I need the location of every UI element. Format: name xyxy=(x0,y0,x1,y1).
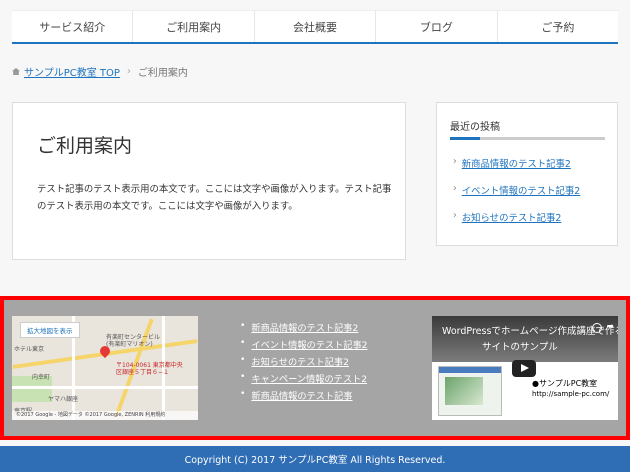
footer-post-item[interactable]: • キャンペーン情報のテスト2 xyxy=(240,371,368,388)
nav-item-blog[interactable]: ブログ xyxy=(375,11,496,42)
video-url: http://sample-pc.com/ xyxy=(532,390,610,398)
copyright-bar: Copyright (C) 2017 サンプルPC教室 All Rights R… xyxy=(0,446,630,472)
map-enlarge-link[interactable]: 拡大地図を表示 xyxy=(20,322,80,338)
map-label: (有楽町マリオン) xyxy=(106,341,153,348)
play-button-icon[interactable] xyxy=(512,360,536,377)
footer-post-link[interactable]: 新商品情報のテスト記事2 xyxy=(251,320,358,337)
recent-post-link[interactable]: 新商品情報のテスト記事2 xyxy=(462,156,571,183)
recent-post-item[interactable]: › 新商品情報のテスト記事2 xyxy=(453,156,580,183)
map-label: 区銀座５丁目６−１ xyxy=(116,369,170,376)
page-body-text: テスト記事のテスト表示用の本文です。ここには文字や画像が入ります。テスト記事のテ… xyxy=(37,184,392,212)
global-nav: サービス紹介 ご利用案内 会社概要 ブログ ご予約 xyxy=(12,10,618,44)
footer-widget-area: 拡大地図を表示 有楽町センタービル (有楽町マリオン) 〒104-0061 東京… xyxy=(0,296,630,440)
video-subtitle: サイトのサンプル xyxy=(482,342,558,353)
nav-item-services[interactable]: サービス紹介 xyxy=(12,11,132,42)
map-label: ヤマハ銀座 xyxy=(48,396,79,403)
recent-post-item[interactable]: › イベント情報のテスト記事2 xyxy=(453,183,580,210)
recent-post-link[interactable]: イベント情報のテスト記事2 xyxy=(462,183,580,210)
footer-post-list: • 新商品情報のテスト記事2 • イベント情報のテスト記事2 • お知らせのテスト記事… xyxy=(240,320,368,405)
recent-post-item[interactable]: › お知らせのテスト記事2 xyxy=(453,210,580,237)
page-title: ご利用案内 xyxy=(37,135,133,157)
thumbnail-image xyxy=(445,377,483,405)
bullet-icon: • xyxy=(240,388,246,399)
recent-posts-widget: 最近の投稿 › 新商品情報のテスト記事2 › イベント情報のテスト記事2 › お知らせ… xyxy=(436,102,618,246)
chevron-right-icon: › xyxy=(453,210,457,221)
recent-posts-heading: 最近の投稿 xyxy=(450,122,500,133)
footer-post-link[interactable]: イベント情報のテスト記事2 xyxy=(251,337,367,354)
breadcrumb-separator: › xyxy=(126,66,131,77)
nav-item-company[interactable]: 会社概要 xyxy=(253,11,375,42)
thumbnail-header xyxy=(439,367,501,373)
main-content-card: ご利用案内 テスト記事のテスト表示用の本文です。ここには文字や画像が入ります。テ… xyxy=(12,102,406,260)
map-label: ホテル東京 xyxy=(14,346,45,353)
footer-post-item[interactable]: • 新商品情報のテスト記事2 xyxy=(240,320,368,337)
video-thumbnail xyxy=(438,366,502,416)
footer-post-item[interactable]: • お知らせのテスト記事2 xyxy=(240,354,368,371)
footer-post-item[interactable]: • 新商品情報のテスト記事 xyxy=(240,388,368,405)
breadcrumb: サンプルPC教室 TOP › ご利用案内 xyxy=(12,64,188,79)
breadcrumb-home-link[interactable]: サンプルPC教室 TOP xyxy=(24,64,120,79)
map-label: 内幸町 xyxy=(32,374,51,381)
map-credit: ©2017 Google - 地図データ ©2017 Google, ZENRI… xyxy=(12,411,198,420)
breadcrumb-current: ご利用案内 xyxy=(137,68,188,79)
recent-post-link[interactable]: お知らせのテスト記事2 xyxy=(462,210,562,237)
share-icon[interactable]: ➦ xyxy=(606,322,614,332)
watch-later-icon[interactable] xyxy=(592,323,602,333)
home-icon xyxy=(12,68,20,75)
recent-posts-list: › 新商品情報のテスト記事2 › イベント情報のテスト記事2 › お知らせのテスト記事… xyxy=(453,156,580,237)
bullet-icon: • xyxy=(240,337,246,348)
bullet-icon: • xyxy=(240,371,246,382)
footer-post-link[interactable]: キャンペーン情報のテスト2 xyxy=(251,371,367,388)
bullet-icon: • xyxy=(240,354,246,365)
copyright-text: Copyright (C) 2017 サンプルPC教室 All Rights R… xyxy=(184,455,446,466)
youtube-video-embed[interactable]: WordPressでホームページ作成講座で作る サイトのサンプル ➦ ●サンプル… xyxy=(432,316,618,420)
chevron-right-icon: › xyxy=(453,183,457,194)
nav-item-usage-guide[interactable]: ご利用案内 xyxy=(132,11,253,42)
bullet-icon: • xyxy=(240,320,246,331)
google-map-embed[interactable]: 拡大地図を表示 有楽町センタービル (有楽町マリオン) 〒104-0061 東京… xyxy=(12,316,198,420)
footer-post-link[interactable]: お知らせのテスト記事2 xyxy=(251,354,349,371)
footer-post-link[interactable]: 新商品情報のテスト記事 xyxy=(251,388,352,405)
video-caption: ●サンプルPC教室 xyxy=(532,379,598,388)
chevron-right-icon: › xyxy=(453,156,457,167)
map-road xyxy=(12,386,198,389)
heading-underline xyxy=(450,137,605,140)
footer-post-item[interactable]: • イベント情報のテスト記事2 xyxy=(240,337,368,354)
nav-item-reservation[interactable]: ご予約 xyxy=(496,11,618,42)
